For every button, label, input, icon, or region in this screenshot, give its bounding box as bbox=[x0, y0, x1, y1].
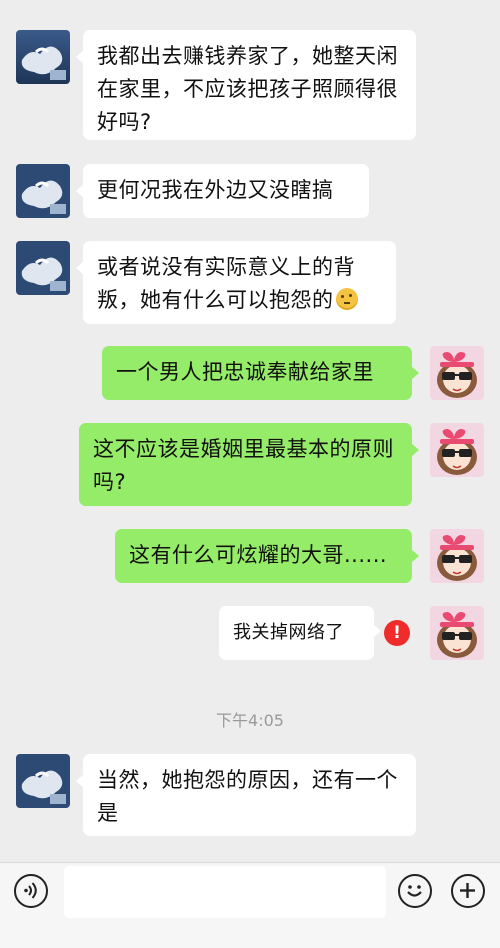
message-bubble-incoming[interactable]: 或者说没有实际意义上的背叛，她有什么可以抱怨的 bbox=[76, 241, 396, 324]
message-text: 一个男人把忠诚奉献给家里 bbox=[116, 360, 374, 384]
message-text: 我都出去赚钱养家了，她整天闲在家里，不应该把孩子照顾得很好吗? bbox=[97, 44, 398, 134]
message-bubble-outgoing[interactable]: 这有什么可炫耀的大哥...... bbox=[115, 529, 419, 583]
avatar-other[interactable] bbox=[16, 164, 70, 218]
message-text: 或者说没有实际意义上的背叛，她有什么可以抱怨的 bbox=[97, 255, 355, 312]
message-bubble-incoming[interactable]: 当然，她抱怨的原因，还有一个是 bbox=[76, 754, 416, 836]
message-bubble-outgoing-failed[interactable]: 我关掉网络了 bbox=[219, 606, 381, 660]
thinking-face-emoji-icon bbox=[335, 288, 358, 310]
error-badge-text: ! bbox=[393, 623, 401, 643]
chat-area: 我都出去赚钱养家了，她整天闲在家里，不应该把孩子照顾得很好吗? 更何况我在外边又… bbox=[0, 0, 500, 862]
message-input[interactable] bbox=[64, 866, 386, 918]
message-bubble-incoming[interactable]: 我都出去赚钱养家了，她整天闲在家里，不应该把孩子照顾得很好吗? bbox=[76, 30, 416, 140]
message-bubble-outgoing[interactable]: 一个男人把忠诚奉献给家里 bbox=[102, 346, 419, 400]
avatar-other[interactable] bbox=[16, 754, 70, 808]
plus-icon[interactable] bbox=[451, 874, 485, 908]
timestamp: 下午4:05 bbox=[216, 711, 284, 730]
message-text: 这不应该是婚姻里最基本的原则吗? bbox=[93, 437, 394, 494]
message-text: 这有什么可炫耀的大哥...... bbox=[129, 543, 388, 567]
voice-icon[interactable] bbox=[14, 874, 48, 908]
send-failed-icon[interactable]: ! bbox=[384, 620, 410, 646]
avatar-self[interactable] bbox=[430, 606, 484, 660]
avatar-other[interactable] bbox=[16, 30, 70, 84]
message-text: 更何况我在外边又没瞎搞 bbox=[97, 178, 334, 202]
avatar-self[interactable] bbox=[430, 423, 484, 477]
avatar-self[interactable] bbox=[430, 529, 484, 583]
message-bubble-incoming[interactable]: 更何况我在外边又没瞎搞 bbox=[76, 164, 369, 218]
message-text: 当然，她抱怨的原因，还有一个是 bbox=[97, 768, 398, 825]
message-text: 我关掉网络了 bbox=[233, 622, 344, 643]
message-bubble-outgoing[interactable]: 这不应该是婚姻里最基本的原则吗? bbox=[79, 423, 419, 506]
avatar-self[interactable] bbox=[430, 346, 484, 400]
emoji-icon[interactable] bbox=[398, 874, 432, 908]
avatar-other[interactable] bbox=[16, 241, 70, 295]
input-bar bbox=[0, 862, 500, 948]
